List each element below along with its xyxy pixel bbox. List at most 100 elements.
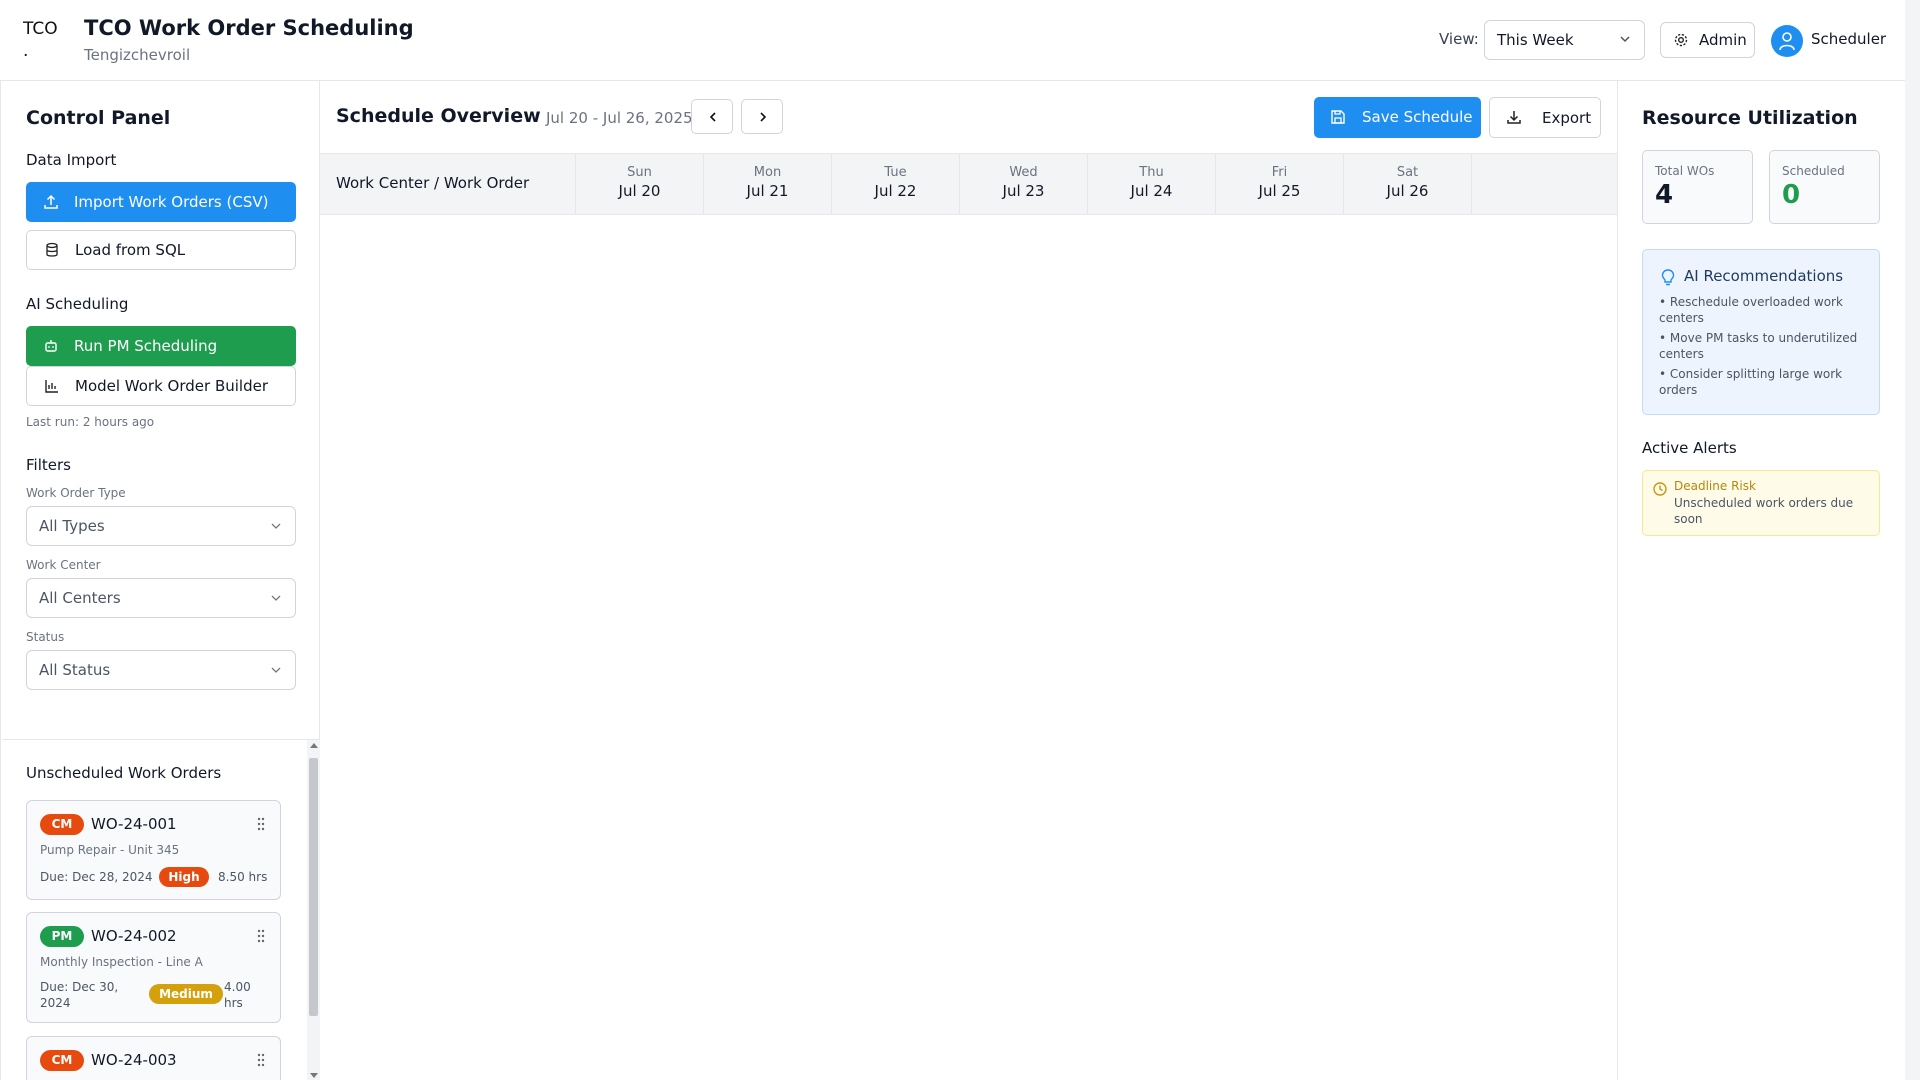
day-column-thu: Thu Jul 24	[1087, 154, 1215, 214]
wo-description: Pump Repair - Unit 345	[40, 843, 180, 857]
wo-description: Monthly Inspection - Line A	[40, 955, 203, 969]
save-schedule-label: Save Schedule	[1362, 108, 1473, 126]
view-select[interactable]: This Week	[1484, 20, 1645, 60]
filter-type-label: Work Order Type	[26, 486, 126, 500]
filter-center-select[interactable]: All Centers	[26, 578, 296, 618]
run-pm-button[interactable]: Run PM Scheduling	[26, 326, 296, 366]
wo-hours: 8.50 hrs	[218, 870, 268, 884]
recommendation-item: • Consider splitting large work orders	[1659, 367, 1843, 397]
page-scrollbar[interactable]	[1905, 0, 1920, 1080]
export-button[interactable]: Export	[1489, 97, 1601, 138]
import-csv-label: Import Work Orders (CSV)	[74, 193, 269, 211]
schedule-grid-header: Work Center / Work Order Sun Jul 20 Mon …	[320, 153, 1617, 215]
user-name[interactable]: Scheduler	[1811, 30, 1886, 48]
deadline-alert[interactable]: Deadline Risk Unscheduled work orders du…	[1642, 470, 1880, 536]
filters-label: Filters	[26, 456, 71, 474]
filter-type-select[interactable]: All Types	[26, 506, 296, 546]
upload-icon	[44, 194, 58, 209]
chevron-down-icon	[271, 523, 281, 529]
total-wos-value: 4	[1655, 180, 1674, 210]
day-date: Jul 25	[1258, 182, 1301, 200]
wo-due-date: Due: Dec 28, 2024	[40, 870, 153, 884]
day-date: Jul 26	[1386, 182, 1429, 200]
day-column-sat: Sat Jul 26	[1343, 154, 1471, 214]
drag-handle-icon[interactable]	[256, 817, 266, 831]
view-label: View:	[1439, 30, 1479, 48]
schedule-panel: Schedule Overview Jul 20 - Jul 26, 2025 …	[320, 81, 1617, 1080]
scheduled-label: Scheduled	[1782, 164, 1845, 178]
view-select-value: This Week	[1497, 31, 1574, 49]
app-header: TCO . TCO Work Order Scheduling Tengizch…	[0, 0, 1905, 81]
work-order-card[interactable]: PM WO-24-002 Monthly Inspection - Line A…	[26, 912, 281, 1023]
filter-status-label: Status	[26, 630, 65, 644]
priority-badge: High	[159, 867, 209, 887]
scroll-down-arrow[interactable]	[310, 1073, 318, 1078]
robot-icon	[45, 340, 57, 352]
download-icon	[1507, 111, 1521, 124]
scroll-up-arrow[interactable]	[310, 743, 318, 748]
day-name: Mon	[753, 165, 782, 180]
model-builder-label: Model Work Order Builder	[75, 377, 269, 395]
day-column-wed: Wed Jul 23	[959, 154, 1087, 214]
date-range: Jul 20 - Jul 26, 2025	[546, 109, 693, 127]
export-label: Export	[1542, 109, 1592, 127]
scroll-thumb[interactable]	[309, 758, 318, 1016]
wo-type-badge: CM	[40, 814, 84, 835]
filter-status-select[interactable]: All Status	[26, 650, 296, 690]
wo-due-date: Due: Dec 30, 2024	[40, 980, 119, 1010]
total-wos-card: Total WOs 4	[1642, 150, 1753, 224]
prev-week-button[interactable]	[691, 99, 733, 134]
recommendation-item: • Reschedule overloaded work centers	[1659, 295, 1843, 325]
model-builder-button[interactable]: Model Work Order Builder	[26, 366, 296, 406]
wo-hours: 4.00 hrs	[224, 980, 251, 1010]
tco-logo: TCO .	[23, 19, 58, 61]
filter-status-value: All Status	[39, 661, 111, 679]
chevron-right-icon	[760, 112, 767, 122]
work-order-card[interactable]: CM WO-24-003	[26, 1036, 281, 1080]
work-order-card[interactable]: CM WO-24-001 Pump Repair - Unit 345 Due:…	[26, 800, 281, 900]
day-name: Thu	[1139, 165, 1164, 180]
user-avatar[interactable]	[1771, 25, 1803, 57]
save-schedule-button[interactable]: Save Schedule	[1314, 97, 1481, 138]
save-icon	[1331, 110, 1345, 124]
day-date: Jul 21	[746, 182, 789, 200]
next-week-button[interactable]	[741, 99, 783, 134]
drag-handle-icon[interactable]	[256, 1053, 266, 1067]
active-alerts-title: Active Alerts	[1642, 439, 1737, 457]
load-sql-label: Load from SQL	[75, 241, 186, 259]
schedule-title: Schedule Overview	[336, 105, 541, 127]
priority-badge: Medium	[149, 984, 223, 1004]
alert-title: Deadline Risk	[1674, 479, 1756, 493]
day-name: Sat	[1396, 165, 1419, 180]
day-date: Jul 20	[618, 182, 661, 200]
chart-icon	[45, 380, 58, 393]
import-csv-button[interactable]: Import Work Orders (CSV)	[26, 182, 296, 222]
unscheduled-section: Unscheduled Work Orders CM WO-24-001 Pum…	[2, 739, 320, 1080]
ai-recommendations: AI Recommendations • Reschedule overload…	[1642, 249, 1880, 415]
admin-button[interactable]: Admin	[1660, 22, 1755, 58]
work-center-column-header: Work Center / Work Order	[336, 174, 530, 192]
gear-icon	[1674, 33, 1688, 47]
day-name: Wed	[1009, 165, 1038, 180]
filter-center-value: All Centers	[39, 589, 121, 607]
resource-title: Resource Utilization	[1642, 107, 1858, 129]
scheduled-card: Scheduled 0	[1769, 150, 1880, 224]
total-wos-label: Total WOs	[1655, 164, 1715, 178]
admin-label: Admin	[1699, 31, 1747, 49]
day-name: Fri	[1271, 165, 1288, 180]
load-sql-button[interactable]: Load from SQL	[26, 230, 296, 270]
filter-type-value: All Types	[39, 517, 105, 535]
unscheduled-title: Unscheduled Work Orders	[26, 764, 222, 782]
app-title: TCO Work Order Scheduling	[84, 16, 414, 40]
day-date: Jul 24	[1130, 182, 1173, 200]
last-run-text: Last run: 2 hours ago	[26, 415, 155, 429]
day-name: Sun	[627, 165, 652, 180]
wo-id: WO-24-001	[91, 815, 177, 833]
data-import-label: Data Import	[26, 151, 117, 169]
lightbulb-icon	[1661, 269, 1675, 286]
unscheduled-scrollbar[interactable]	[307, 740, 320, 1080]
drag-handle-icon[interactable]	[256, 929, 266, 943]
grid-divider	[1471, 154, 1472, 214]
ai-scheduling-label: AI Scheduling	[26, 295, 129, 313]
day-column-tue: Tue Jul 22	[831, 154, 959, 214]
